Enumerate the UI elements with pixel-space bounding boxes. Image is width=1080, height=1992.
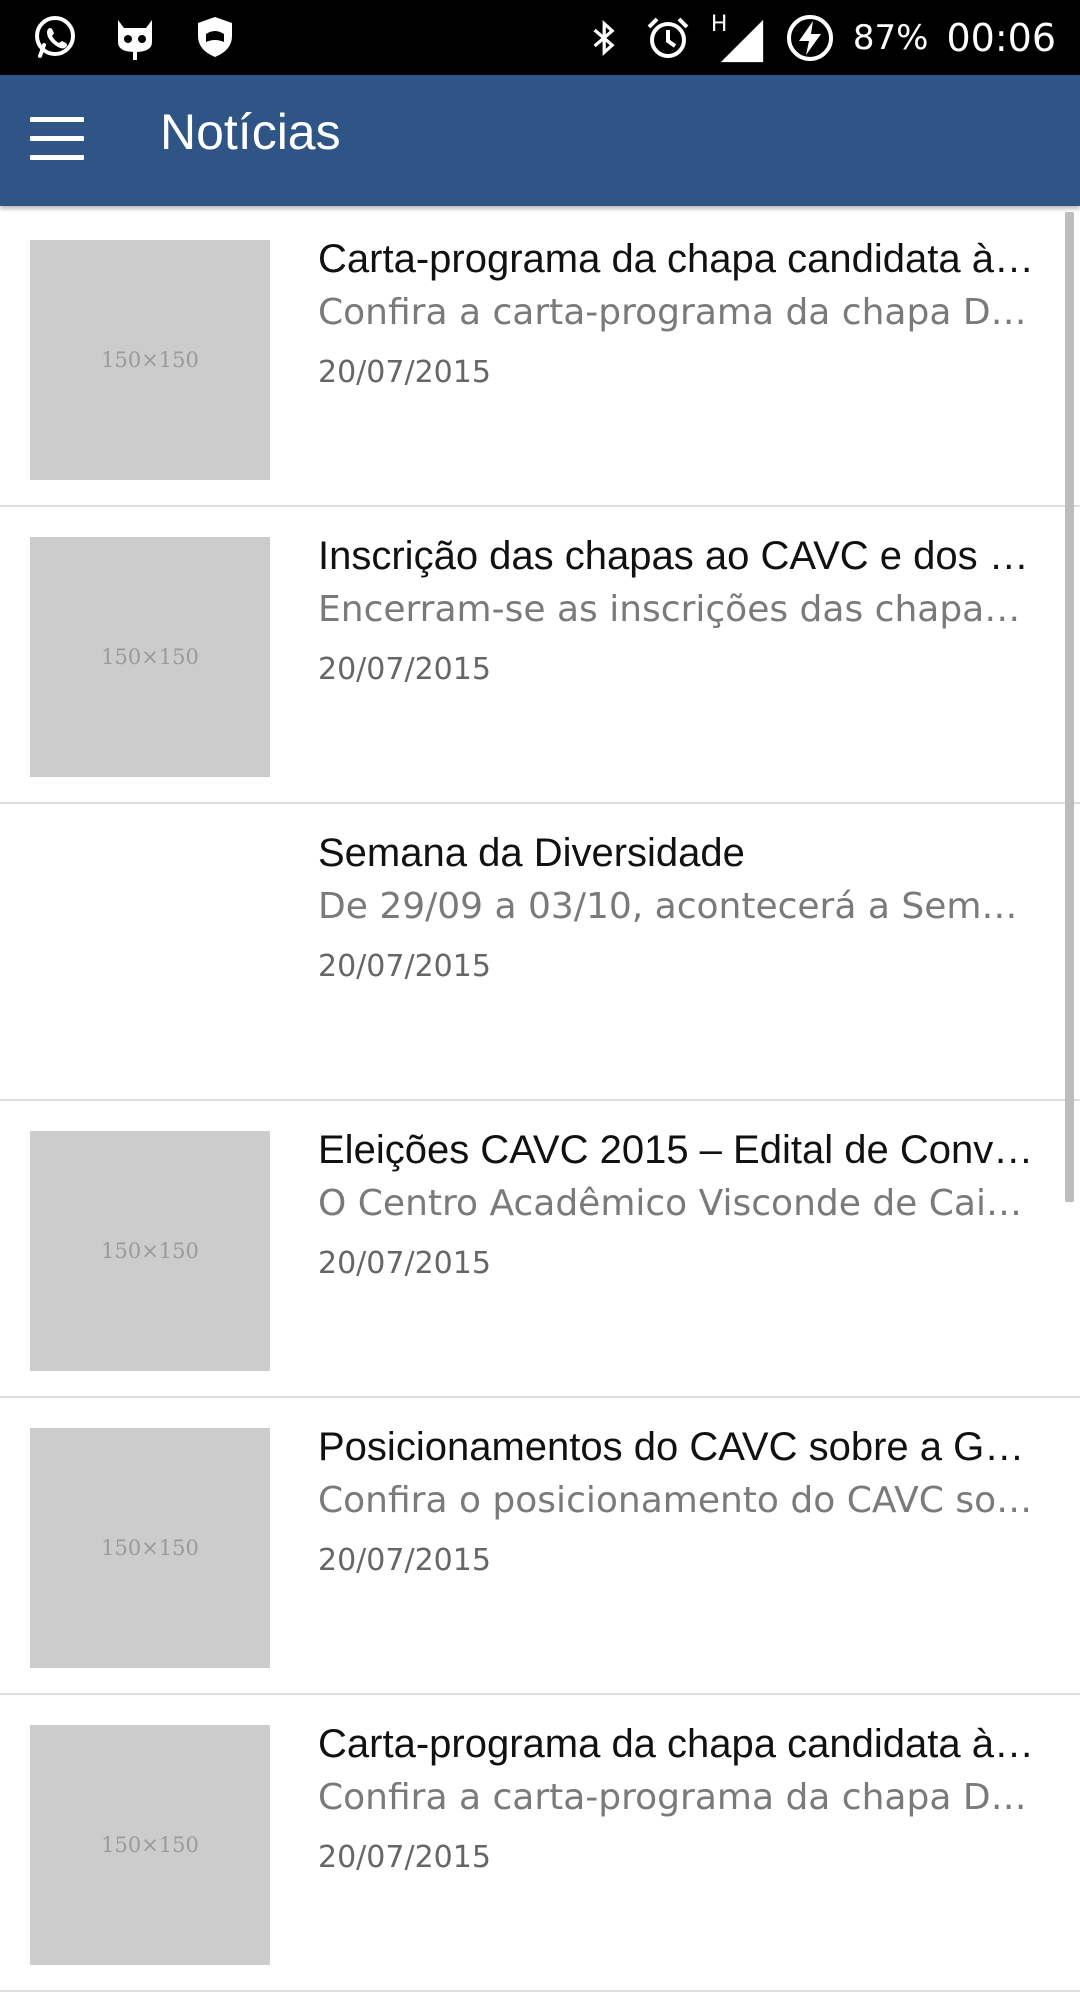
thumbnail-placeholder: 150×150	[30, 240, 270, 480]
thumbnail-label: 150×150	[101, 1536, 199, 1560]
news-excerpt: Confira o posicionamento do CAVC sobre a…	[318, 1480, 1034, 1521]
news-excerpt: Confira a carta-programa da chapa Desper…	[318, 292, 1034, 333]
news-excerpt: Confira a carta-programa da chapa Desper…	[318, 1777, 1034, 1818]
alarm-icon	[647, 17, 689, 58]
news-title: Carta-programa da chapa candidata à gest…	[318, 1722, 1034, 1766]
thumbnail-placeholder: 150×150	[30, 1725, 270, 1965]
news-title: Carta-programa da chapa candidata à gest…	[318, 237, 1034, 281]
battery-charging-icon	[786, 14, 833, 61]
signal-icon: H	[711, 8, 767, 68]
news-item[interactable]: 150×150 Eleições CAVC 2015 – Edital de C…	[0, 1101, 1080, 1398]
news-excerpt: O Centro Acadêmico Visconde de Cairu con…	[318, 1183, 1034, 1224]
hamburger-menu-icon[interactable]	[30, 117, 84, 160]
news-excerpt: De 29/09 a 03/10, acontecerá a Semana da…	[318, 886, 1034, 927]
news-date: 20/07/2015	[318, 1543, 491, 1578]
news-date: 20/07/2015	[318, 355, 491, 390]
status-bar: H 87% 00:06	[0, 0, 1080, 75]
bluetooth-icon	[593, 19, 615, 56]
news-title: Posicionamentos do CAVC sobre a Greve	[318, 1425, 1034, 1469]
news-date: 20/07/2015	[318, 1246, 491, 1281]
page-title: Notícias	[160, 104, 341, 160]
thumbnail-placeholder: 150×150	[30, 1428, 270, 1668]
news-item[interactable]: 150×150 Posicionamentos do CAVC sobre a …	[0, 1398, 1080, 1695]
battery-percent: 87%	[852, 17, 929, 58]
shield-icon	[198, 17, 232, 57]
app-bar: Notícias	[0, 75, 1080, 206]
news-item[interactable]: 150×150 Carta-programa da chapa candidat…	[0, 1695, 1080, 1992]
news-title: Inscrição das chapas ao CAVC e dos candi…	[318, 534, 1034, 578]
news-date: 20/07/2015	[318, 1840, 491, 1875]
news-date: 20/07/2015	[318, 949, 491, 984]
news-title: Eleições CAVC 2015 – Edital de Convocaçã…	[318, 1128, 1034, 1172]
whatsapp-icon	[35, 16, 75, 58]
clock: 00:06	[946, 15, 1056, 60]
news-list: 150×150 Carta-programa da chapa candidat…	[0, 210, 1080, 1992]
thumbnail-placeholder: 150×150	[30, 537, 270, 777]
thumbnail-label: 150×150	[101, 348, 199, 372]
news-item[interactable]: Semana da Diversidade De 29/09 a 03/10, …	[0, 804, 1080, 1101]
news-title: Semana da Diversidade	[318, 831, 745, 875]
scrollbar[interactable]	[1065, 212, 1074, 1202]
thumbnail-placeholder: 150×150	[30, 1131, 270, 1371]
news-excerpt: Encerram-se as inscrições das chapas par…	[318, 589, 1034, 630]
cyanogen-icon	[118, 20, 152, 60]
thumbnail-label: 150×150	[101, 1833, 199, 1857]
news-item[interactable]: 150×150 Inscrição das chapas ao CAVC e d…	[0, 507, 1080, 804]
news-date: 20/07/2015	[318, 652, 491, 687]
news-item[interactable]: 150×150 Carta-programa da chapa candidat…	[0, 210, 1080, 507]
thumbnail-label: 150×150	[101, 1239, 199, 1263]
thumbnail-label: 150×150	[101, 645, 199, 669]
